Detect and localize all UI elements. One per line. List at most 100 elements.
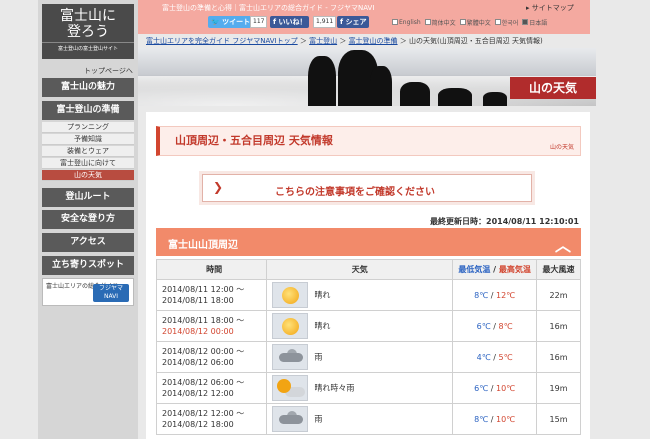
notice-text: こちらの注意事項をご確認ください [275, 187, 435, 198]
weather-table: 時間 天気 最低気温 / 最高気温 最大風速 2014/08/11 12:00 … [155, 259, 581, 435]
time-start: 2014/08/12 00:00 〜 [162, 347, 245, 356]
language-option[interactable]: English [392, 19, 421, 26]
language-option[interactable]: 繁體中文 [459, 18, 491, 27]
time-start: 2014/08/12 06:00 〜 [162, 378, 245, 387]
last-updated: 最終更新日時：2014/08/11 12:10:01 [430, 217, 579, 226]
temp-cell: 8℃ / 12℃ [452, 279, 538, 311]
col-temp-max: 最高気温 [498, 265, 531, 274]
share-button[interactable]: f シェア [337, 16, 370, 28]
page-title: 山頂周辺・五合目周辺 天気情報 [175, 134, 333, 147]
checkbox-icon[interactable] [424, 19, 431, 25]
temp-cell: 6℃ / 8℃ [452, 310, 538, 342]
weather-cell: 晴れ [266, 279, 454, 311]
wind-cell: 22m [536, 279, 581, 311]
temp-cell: 6℃ / 10℃ [452, 372, 538, 404]
breadcrumb-separator: ＞ [297, 37, 310, 45]
page-category-tag: 山の天気 [549, 144, 574, 151]
temp-sep: / [490, 352, 499, 362]
table-row: 2014/08/11 12:00 〜 2014/08/11 18:00 晴れ 8℃ /… [155, 279, 581, 311]
logo-title-1: 富士山に [60, 8, 116, 24]
sitemap-label: サイトマップ [531, 4, 574, 12]
temp-max: 5℃ [498, 352, 513, 362]
navi-banner-brand: フジヤマNAVI [93, 284, 129, 302]
temp-max: 10℃ [495, 414, 516, 424]
temp-sep: / [488, 383, 496, 393]
temp-sep: / [488, 414, 496, 424]
temp-max: 8℃ [498, 321, 513, 331]
tweet-count: 117 [250, 16, 268, 28]
table-row: 2014/08/11 18:00 〜 2014/08/12 00:00 晴れ 6℃ /… [155, 310, 581, 342]
wind-cell: 16m [536, 310, 581, 342]
checkbox-icon[interactable] [522, 19, 529, 25]
chevron-up-icon: ︿ [554, 236, 571, 255]
table-row: 2014/08/12 06:00 〜 2014/08/12 12:00 晴れ時々雨 6… [155, 372, 581, 404]
language-option[interactable]: 日本語 [522, 18, 547, 27]
language-label: English [399, 18, 421, 26]
table-row: 2014/08/12 00:00 〜 2014/08/12 06:00 雨 4℃ / … [155, 341, 581, 373]
wind-cell: 16m [536, 341, 581, 373]
sidebar-item[interactable]: 予備知識 [42, 134, 134, 145]
like-count: 1,911 [313, 16, 337, 28]
tweet-button[interactable]: 🐦 ツイート [208, 16, 254, 28]
temp-min: 6℃ [476, 321, 491, 331]
sidebar-item[interactable]: 装備とウェア [42, 146, 134, 157]
weather-text: 雨 [314, 352, 323, 362]
language-label: 한국어 [501, 19, 519, 27]
col-weather: 天気 [266, 259, 454, 280]
logo-subtitle: 富士登山の富士登山サイト [42, 42, 134, 52]
breadcrumb-link[interactable]: 富士登山 [309, 37, 337, 45]
language-option[interactable]: 简体中文 [424, 18, 456, 27]
notice-toggle[interactable]: ❯ こちらの注意事項をご確認ください [202, 174, 532, 202]
temp-min: 8℃ [474, 290, 489, 300]
temp-max: 10℃ [495, 383, 516, 393]
checkbox-icon[interactable] [459, 19, 466, 25]
fujiyama-navi-banner[interactable]: 富士山エリアの総合ガイド フジヤマNAVI [42, 278, 134, 306]
sidebar-item[interactable]: アクセス [42, 233, 134, 252]
site-logo[interactable]: 富士山に 登ろう 富士登山の富士登山サイト [42, 4, 134, 59]
sidebar-item[interactable]: 富士山の魅力 [42, 78, 134, 97]
breadcrumb-separator: ＞ [397, 37, 410, 45]
sidebar-item[interactable]: 安全な登り方 [42, 210, 134, 229]
sidebar-item[interactable]: 山の天気 [42, 170, 134, 181]
sunny-cloudy-icon [272, 375, 309, 401]
time-end: 2014/08/12 06:00 [162, 358, 234, 367]
sidebar-item[interactable]: 富士登山の準備 [42, 101, 134, 120]
weather-cell: 晴れ [266, 310, 454, 342]
weather-cell: 雨 [266, 341, 454, 373]
breadcrumb-link[interactable]: 富士登山の準備 [349, 37, 398, 45]
sunny-icon [272, 282, 309, 308]
sidebar-item[interactable]: 立ち寄りスポット [42, 256, 134, 275]
sunny-icon [272, 313, 309, 339]
time-start: 2014/08/12 12:00 〜 [162, 409, 245, 418]
wind-cell: 15m [536, 403, 581, 435]
time-end: 2014/08/11 18:00 [162, 296, 234, 305]
area-title: 富士山山頂周辺 [168, 240, 238, 251]
weather-cell: 雨 [266, 403, 454, 435]
sidebar-item[interactable]: プランニング [42, 122, 134, 133]
sidebar-item[interactable]: 登山ルート [42, 188, 134, 207]
area-section-header[interactable]: 富士山山頂周辺 ︿ [156, 228, 581, 256]
temp-cell: 8℃ / 10℃ [452, 403, 538, 435]
col-temp-sep: / [490, 265, 499, 274]
like-button[interactable]: f いいね！ [270, 16, 310, 28]
page-heading-box: 山頂周辺・五合目周辺 天気情報 山の天気 [156, 126, 581, 156]
sidebar-item[interactable]: 富士登山に向けて [42, 158, 134, 169]
hero-title: 山の天気 [510, 77, 596, 99]
language-label: 繁體中文 [466, 19, 491, 27]
sitemap-link[interactable]: ▸ サイトマップ [526, 3, 574, 13]
checkbox-icon[interactable] [392, 19, 398, 25]
col-time: 時間 [155, 259, 268, 280]
language-selector: English 简体中文 繁體中文 한국어 日本語 [392, 15, 578, 29]
weather-cell: 晴れ時々雨 [266, 372, 454, 404]
checkbox-icon[interactable] [494, 19, 501, 25]
temp-sep: / [490, 321, 499, 331]
breadcrumb-link[interactable]: 富士山エリアを完全ガイド フジヤマNAVIトップ [146, 37, 298, 45]
temp-cell: 4℃ / 5℃ [452, 341, 538, 373]
weather-rows: 2014/08/11 12:00 〜 2014/08/11 18:00 晴れ 8℃ /… [155, 279, 581, 435]
like-label: いいね！ [278, 18, 307, 26]
weather-text: 晴れ [314, 321, 331, 331]
language-option[interactable]: 한국어 [494, 18, 519, 27]
time-cell: 2014/08/12 12:00 〜 2014/08/12 18:00 [155, 403, 268, 435]
top-page-link[interactable]: トップページへ [84, 66, 133, 76]
temp-min: 6℃ [474, 383, 489, 393]
